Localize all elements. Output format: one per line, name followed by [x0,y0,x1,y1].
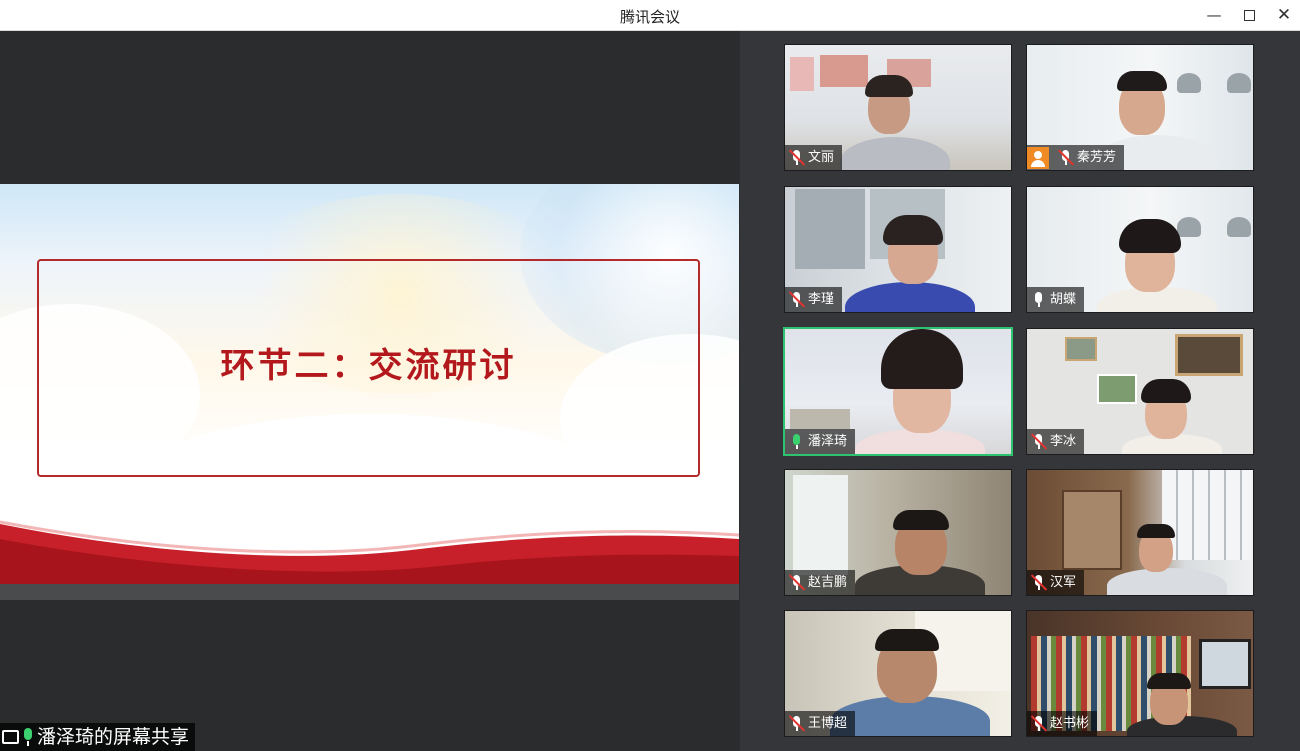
participant-nametag: 文丽 [785,145,843,170]
participant-nametag: 赵吉鹏 [785,570,856,595]
person-hair [1137,524,1175,538]
avatar-icon [1027,146,1049,169]
title-bar: 腾讯会议 — ✕ [0,0,1300,31]
ceiling-lamp [1177,217,1201,237]
participant-name: 潘泽琦 [808,434,848,449]
cabinet [1062,490,1122,570]
microphone-muted-icon [1030,715,1048,732]
microphone-muted-icon [1030,574,1048,591]
presentation-slide: 环节二：交流研讨 [0,184,739,584]
ceiling-lamp [1227,217,1251,237]
screen-share-banner: 潘泽琦的屏幕共享 [0,723,196,751]
participant-nametag: 汉军 [1027,570,1085,595]
participant-nametag: 秦芳芳 [1027,145,1125,170]
person-hair [1141,379,1191,403]
video-tile[interactable]: 胡蝶 [1026,186,1254,313]
participant-name: 王博超 [808,716,848,731]
slide-headline: 环节二：交流研讨 [220,346,517,386]
participant-name: 赵书彬 [1050,716,1090,731]
bookshelf [795,189,865,269]
video-tile[interactable]: 李瑾 [784,186,1012,313]
participant-nametag: 赵书彬 [1027,711,1098,736]
close-button[interactable]: ✕ [1271,3,1297,27]
ceiling-lamp [1227,73,1251,93]
participant-name: 胡蝶 [1050,292,1077,307]
shared-screen-area[interactable]: 环节二：交流研讨 潘泽琦的屏幕共享 [0,31,740,751]
participant-name: 汉军 [1050,575,1077,590]
participant-name: 文丽 [808,150,835,165]
participant-name: 赵吉鹏 [808,575,848,590]
video-tile[interactable]: 王博超 [784,610,1012,737]
participant-nametag: 潘泽琦 [785,429,856,454]
video-tile-active-speaker[interactable]: 潘泽琦 [783,327,1013,456]
ceiling-lamp [1177,73,1201,93]
microphone-muted-icon [788,574,806,591]
microphone-icon [1031,291,1045,308]
person-body [1107,568,1227,595]
participant-nametag: 李瑾 [785,287,843,312]
participant-name: 李冰 [1050,434,1077,449]
window-light [793,475,848,575]
microphone-muted-icon [788,149,806,166]
maximize-button[interactable] [1236,3,1262,27]
minimize-button[interactable]: — [1201,3,1227,27]
person-hair [865,75,913,97]
microphone-muted-icon [1030,433,1048,450]
video-tile[interactable]: 文丽 [784,44,1012,171]
wall-picture [820,55,868,87]
participant-name: 李瑾 [808,292,835,307]
participant-name: 秦芳芳 [1077,150,1117,165]
slide-red-wave [0,520,739,584]
person-hair [875,629,939,651]
microphone-muted-icon [788,715,806,732]
wall-picture [790,57,814,91]
wall-picture [1175,334,1243,376]
window-title: 腾讯会议 [619,8,680,26]
microphone-speaking-icon [789,433,803,450]
participant-nametag: 王博超 [785,711,856,736]
person-hair [1147,673,1191,689]
video-tile[interactable]: 赵吉鹏 [784,469,1012,596]
participant-nametag: 李冰 [1027,429,1085,454]
slide-bottom-bar [0,584,739,600]
person-hair [1119,219,1181,253]
video-tile[interactable]: 秦芳芳 [1026,44,1254,171]
wall-picture [1097,374,1137,404]
person-hair [1117,71,1167,91]
person-hair [883,215,943,245]
wall-picture [1065,337,1097,361]
participant-grid[interactable]: 文丽 秦芳芳 李瑾 胡蝶 潘泽琦 李冰 赵吉鹏 汉军 王博超 赵书彬 [740,31,1300,751]
person-hair [893,510,949,530]
video-tile[interactable]: 李冰 [1026,328,1254,455]
microphone-muted-icon [1057,149,1075,166]
slide-title-frame: 环节二：交流研讨 [37,259,700,477]
screen-share-label: 潘泽琦的屏幕共享 [37,726,190,748]
maximize-icon [1243,10,1255,21]
video-tile[interactable]: 赵书彬 [1026,610,1254,737]
tv-screen [1199,639,1251,689]
microphone-muted-icon [788,291,806,308]
window-blinds [1162,470,1252,560]
desk-books [790,409,850,429]
microphone-live-icon [21,728,35,746]
video-tile[interactable]: 汉军 [1026,469,1254,596]
screen-share-icon [2,730,19,744]
participant-nametag: 胡蝶 [1027,287,1085,312]
